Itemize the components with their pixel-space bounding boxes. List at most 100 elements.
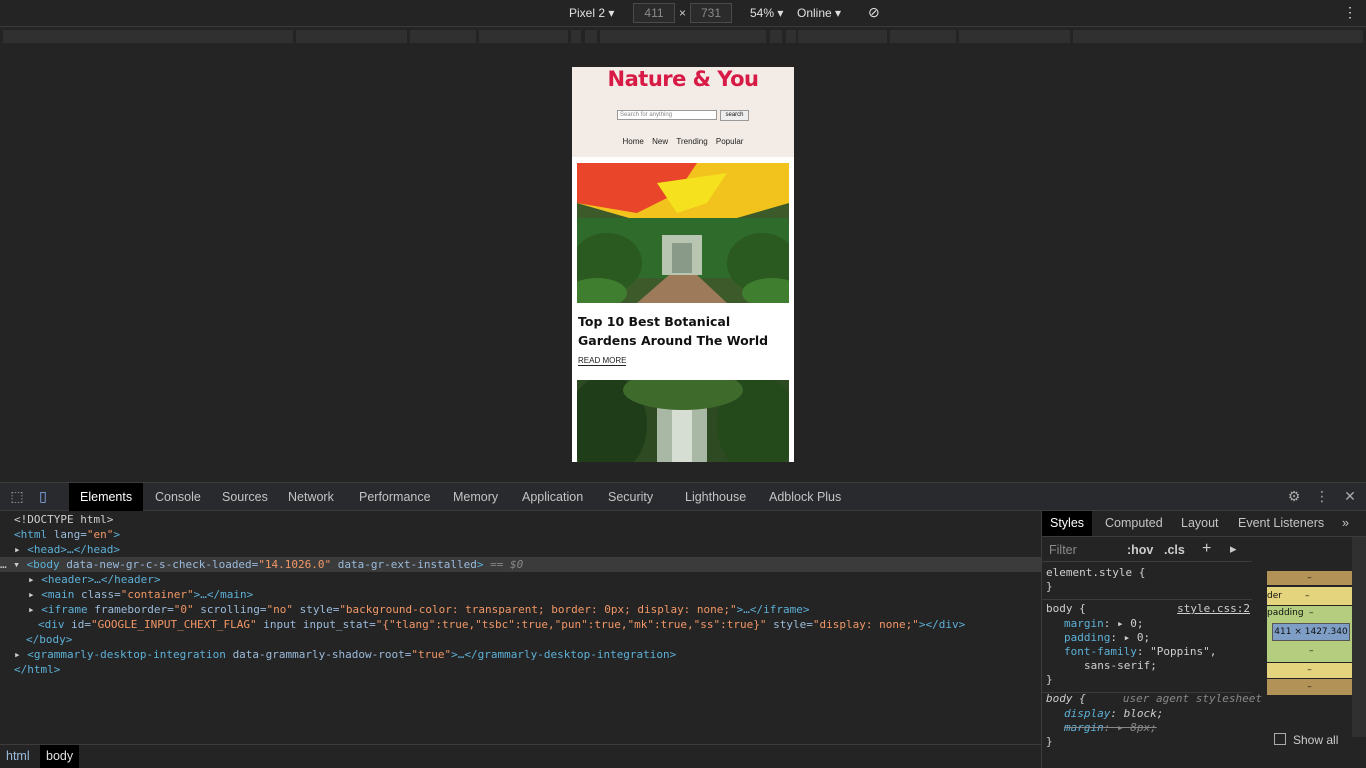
body-attr-2: data-gr-ext-installed xyxy=(331,558,477,571)
body-tag-end: > xyxy=(476,558,484,571)
dom-line-grammarly[interactable]: ▸ <grammarly-desktop-integration data-gr… xyxy=(14,647,676,662)
settings-gear-icon[interactable]: ⚙ xyxy=(1286,489,1302,505)
dom-line-iframe[interactable]: ▸ <iframe frameborder="0" scrolling="no"… xyxy=(28,602,810,617)
class-toggle[interactable]: .cls xyxy=(1164,543,1185,557)
div-attr-3-value: "display: none;" xyxy=(812,618,919,631)
network-throttle-select[interactable]: Online ▾ xyxy=(797,6,841,20)
tab-layout[interactable]: Layout xyxy=(1173,511,1227,536)
font-family-value-2: sans-serif; xyxy=(1084,659,1157,672)
box-model-pane: – der – padding – 411 × 1427.340 – – – Sh… xyxy=(1266,537,1366,768)
inspect-element-icon[interactable]: ⬚ xyxy=(9,489,25,505)
tab-event-listeners[interactable]: Event Listeners xyxy=(1230,511,1332,536)
dom-line-body-selected[interactable]: … ▾ <body data-new-gr-c-s-check-loaded="… xyxy=(0,557,1041,572)
rotate-icon[interactable]: ⊘ xyxy=(868,4,880,21)
dom-line-html-close[interactable]: </html> xyxy=(14,662,60,677)
search-input[interactable]: Search for anything xyxy=(617,110,717,120)
toggle-sidebar-icon[interactable]: ▸ xyxy=(1230,541,1237,557)
html-tag-end: > xyxy=(113,528,120,541)
main-tag: <main xyxy=(41,588,81,601)
nav-trending[interactable]: Trending xyxy=(676,137,707,146)
more-tabs-icon[interactable]: » xyxy=(1334,511,1357,536)
tab-performance[interactable]: Performance xyxy=(348,483,442,511)
body-rule-selector[interactable]: body { xyxy=(1046,602,1086,616)
tab-sources[interactable]: Sources xyxy=(211,483,279,511)
article-title[interactable]: Top 10 Best Botanical Gardens Around The… xyxy=(578,312,788,350)
style-source-link[interactable]: style.css:2 xyxy=(1177,602,1250,615)
tab-adblock-plus[interactable]: Adblock Plus xyxy=(758,483,852,511)
ua-margin-declaration-overridden[interactable]: margin: ▸ 8px; xyxy=(1064,721,1157,735)
element-style-close: } xyxy=(1046,580,1053,593)
doctype-text: <!DOCTYPE html> xyxy=(14,513,114,526)
head-tag: <head>…</head> xyxy=(27,543,120,556)
article-list: Top 10 Best Botanical Gardens Around The… xyxy=(572,157,794,462)
height-input[interactable]: 731 xyxy=(690,3,732,23)
element-style-rule[interactable]: element.style { xyxy=(1046,566,1145,580)
tab-elements[interactable]: Elements xyxy=(69,483,144,511)
search-button[interactable]: search xyxy=(720,110,749,121)
device-select[interactable]: Pixel 2 ▾ xyxy=(569,6,614,20)
hover-state-toggle[interactable]: :hov xyxy=(1127,543,1153,557)
div-attr-1: id= xyxy=(71,618,91,631)
more-options-icon[interactable]: ⋮ xyxy=(1343,4,1357,21)
site-title: Nature & You xyxy=(607,67,759,91)
iframe-attr-1-value: "0" xyxy=(173,603,194,616)
box-border-bottom[interactable]: – xyxy=(1267,663,1352,678)
box-border[interactable]: der – xyxy=(1267,587,1352,605)
body-rule-close: } xyxy=(1046,673,1053,686)
content-size[interactable]: 411 × 1427.340 xyxy=(1272,623,1350,641)
box-padding[interactable]: padding – 411 × 1427.340 – xyxy=(1267,606,1352,662)
emulated-viewport-area: Nature & You Search for anything search … xyxy=(0,46,1366,482)
tab-computed[interactable]: Computed xyxy=(1097,511,1171,536)
read-more-link[interactable]: READ MORE xyxy=(578,356,627,366)
box-model-scrollbar[interactable] xyxy=(1352,537,1366,737)
dom-line-main[interactable]: ▸ <main class="container">…</main> xyxy=(28,587,253,602)
device-toolbar-toggle-icon[interactable]: ▯ xyxy=(35,489,51,505)
dom-line-div[interactable]: <div id="GOOGLE_INPUT_CHEXT_FLAG" input … xyxy=(38,617,965,632)
nav-popular[interactable]: Popular xyxy=(716,137,744,146)
zoom-select[interactable]: 54% ▾ xyxy=(750,6,783,20)
box-margin-top[interactable]: – xyxy=(1267,571,1352,585)
tab-memory[interactable]: Memory xyxy=(442,483,509,511)
margin-declaration[interactable]: margin: ▸ 0; xyxy=(1064,617,1144,631)
botanical-garden-image[interactable] xyxy=(577,163,789,303)
tab-styles[interactable]: Styles xyxy=(1042,511,1093,536)
dom-line-head[interactable]: ▸ <head>…</head> xyxy=(14,542,120,557)
customize-menu-icon[interactable]: ⋮ xyxy=(1314,489,1330,505)
device-name: Pixel 2 xyxy=(569,6,606,20)
close-devtools-icon[interactable]: ✕ xyxy=(1342,489,1358,505)
dom-line-header[interactable]: ▸ <header>…</header> xyxy=(28,572,160,587)
tab-console[interactable]: Console xyxy=(144,483,212,511)
new-rule-icon[interactable]: + xyxy=(1202,540,1211,558)
nav-new[interactable]: New xyxy=(652,137,668,146)
margin-value: : ▸ 0; xyxy=(1103,617,1144,630)
rule-divider xyxy=(1042,599,1252,600)
ua-rule-selector[interactable]: body { xyxy=(1046,692,1086,706)
dom-line-html[interactable]: <html lang="en"> xyxy=(14,527,120,542)
styles-filter-input[interactable]: Filter xyxy=(1049,543,1077,557)
div-attr-1-value: "GOOGLE_INPUT_CHEXT_FLAG" xyxy=(91,618,257,631)
media-query-ruler[interactable] xyxy=(0,28,1366,45)
dom-line-body-close[interactable]: </body> xyxy=(26,632,72,647)
nav-home[interactable]: Home xyxy=(623,137,644,146)
tab-lighthouse[interactable]: Lighthouse xyxy=(674,483,757,511)
breadcrumb-html[interactable]: html xyxy=(0,745,36,768)
box-margin-bottom[interactable]: – xyxy=(1267,679,1352,695)
body-attr-1: data-new-gr-c-s-check-loaded= xyxy=(66,558,259,571)
div-attr-2: input input_stat= xyxy=(256,618,376,631)
iframe-attr-3-value: "background-color: transparent; border: … xyxy=(339,603,737,616)
tab-network[interactable]: Network xyxy=(277,483,345,511)
tab-application[interactable]: Application xyxy=(511,483,594,511)
html-tag: <html xyxy=(14,528,54,541)
dom-line-doctype[interactable]: <!DOCTYPE html> xyxy=(14,512,113,527)
show-all-checkbox[interactable] xyxy=(1274,733,1286,745)
font-family-declaration[interactable]: font-family: "Poppins", xyxy=(1064,645,1216,659)
forest-waterfall-image[interactable] xyxy=(577,380,789,462)
breadcrumb-body[interactable]: body xyxy=(40,745,80,768)
tab-security[interactable]: Security xyxy=(597,483,664,511)
padding-declaration[interactable]: padding: ▸ 0; xyxy=(1064,631,1150,645)
width-input[interactable]: 411 xyxy=(633,3,675,23)
display-declaration[interactable]: display: block; xyxy=(1064,707,1163,721)
grammarly-tag: <grammarly-desktop-integration xyxy=(27,648,233,661)
ua-rule-close: } xyxy=(1046,735,1053,748)
device-toolbar: Pixel 2 ▾ 411 × 731 54% ▾ Online ▾ ⊘ ⋮ xyxy=(0,0,1366,27)
